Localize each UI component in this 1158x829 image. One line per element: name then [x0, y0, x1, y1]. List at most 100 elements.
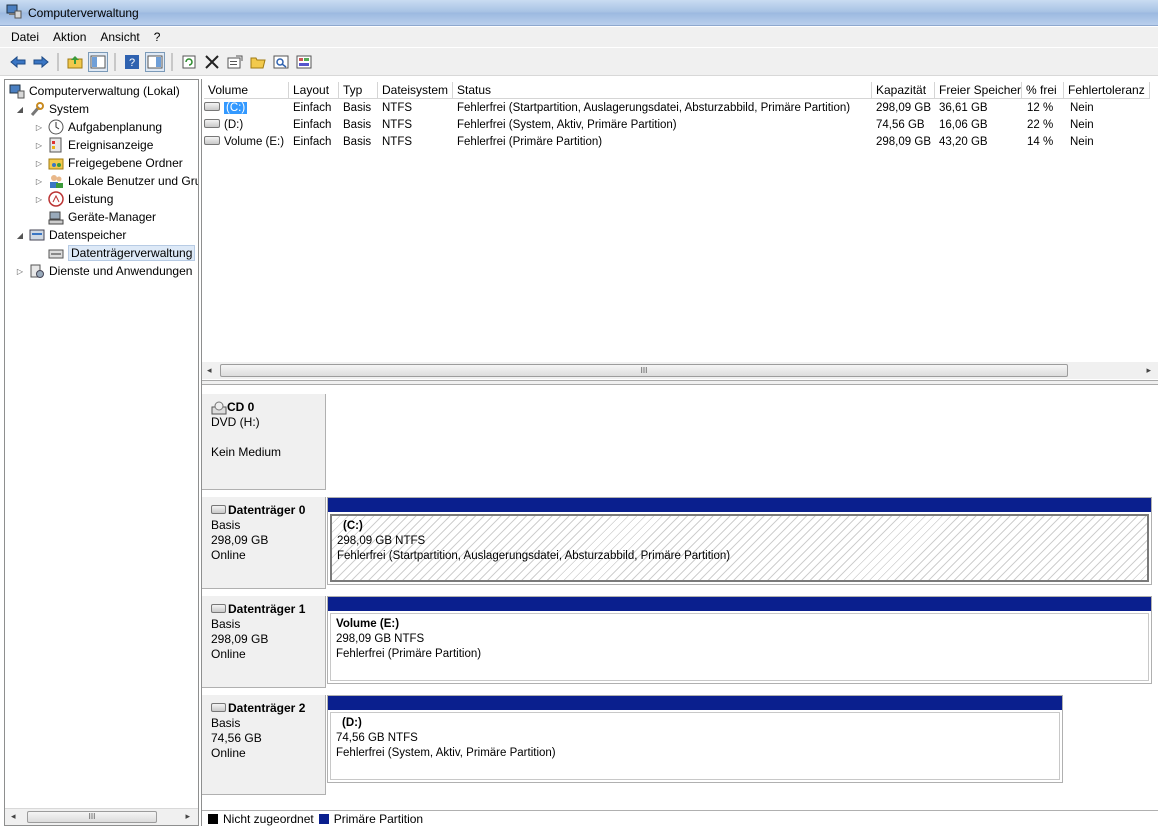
- volume-list: Volume Layout Typ Dateisystem Status Kap…: [202, 79, 1158, 379]
- search-icon[interactable]: [271, 52, 291, 72]
- disk-row-0: Datenträger 0 Basis 298,09 GB Online (C:…: [202, 497, 1158, 589]
- partition-status: Fehlerfrei (Startpartition, Auslagerungs…: [337, 550, 731, 562]
- cd-drive-icon: [211, 400, 227, 415]
- refresh-icon[interactable]: [179, 52, 199, 72]
- disk-icon: [211, 604, 226, 614]
- scroll-thumb[interactable]: III: [27, 811, 157, 823]
- disk-name: Datenträger 1: [228, 602, 306, 616]
- tree-item-aufgabenplanung[interactable]: ▷ Aufgabenplanung: [34, 118, 162, 136]
- disk-icon: [211, 703, 226, 713]
- tree-item-ereignisanzeige[interactable]: ▷ Ereignisanzeige: [34, 136, 153, 154]
- title-bar: Computerverwaltung: [0, 0, 1158, 26]
- column-header-volume[interactable]: Volume: [204, 82, 289, 99]
- partition-e[interactable]: Volume (E:) 298,09 GB NTFS Fehlerfrei (P…: [327, 596, 1152, 684]
- cell-volume: (C:): [204, 100, 289, 117]
- scroll-left-arrow-icon[interactable]: ◂: [207, 365, 212, 376]
- up-folder-icon[interactable]: [65, 52, 85, 72]
- disk-label[interactable]: Datenträger 1 Basis 298,09 GB Online: [202, 596, 326, 688]
- column-header-typ[interactable]: Typ: [339, 82, 378, 99]
- tree-item-computerverwaltung[interactable]: Computerverwaltung (Lokal): [9, 82, 180, 100]
- cell-dateisystem: NTFS: [382, 136, 413, 148]
- collapse-icon[interactable]: ◢: [15, 231, 25, 240]
- tree-item-label: Computerverwaltung (Lokal): [29, 84, 180, 98]
- tree-horizontal-scrollbar[interactable]: ◂ III ▸: [5, 808, 198, 825]
- app-icon: [6, 3, 22, 22]
- cell-volume: Volume (E:): [204, 134, 289, 151]
- properties-icon[interactable]: [225, 52, 245, 72]
- cell-status: Fehlerfrei (Startpartition, Auslagerungs…: [457, 102, 851, 114]
- toolbar-separator: [57, 52, 59, 71]
- expand-icon[interactable]: ▷: [34, 141, 44, 150]
- tree-item-label: Freigegebene Ordner: [68, 156, 183, 170]
- column-header-layout[interactable]: Layout: [289, 82, 339, 99]
- column-header-fehlertoleranz[interactable]: Fehlertoleranz: [1064, 82, 1150, 99]
- pane-splitter[interactable]: [202, 380, 1158, 385]
- open-folder-icon[interactable]: [248, 52, 268, 72]
- menu-ansicht[interactable]: Ansicht: [93, 28, 146, 46]
- expand-icon[interactable]: ▷: [34, 177, 44, 186]
- action-pane-icon[interactable]: [145, 51, 165, 72]
- list-horizontal-scrollbar[interactable]: ◂ III ▸: [202, 362, 1158, 379]
- disk-status: Online: [211, 548, 246, 562]
- tree-item-label: Dienste und Anwendungen: [49, 264, 193, 278]
- cell-prozent-frei: 22 %: [1027, 119, 1054, 131]
- column-header-dateisystem[interactable]: Dateisystem: [378, 82, 453, 99]
- disk-row-2: Datenträger 2 Basis 74,56 GB Online (D:)…: [202, 695, 1158, 795]
- disk-label[interactable]: CD 0 DVD (H:) Kein Medium: [202, 394, 326, 490]
- tree-item-label: Datenspeicher: [49, 228, 127, 242]
- menu-datei[interactable]: Datei: [4, 28, 46, 46]
- tree-item-lokale-benutzer[interactable]: ▷ Lokale Benutzer und Gruppen: [34, 172, 198, 190]
- disk-label[interactable]: Datenträger 2 Basis 74,56 GB Online: [202, 695, 326, 795]
- tree-item-datentraegerverwaltung[interactable]: Datenträgerverwaltung: [48, 244, 196, 262]
- tree-item-system[interactable]: ◢ System: [15, 100, 89, 118]
- tree-item-leistung[interactable]: ▷ Leistung: [34, 190, 113, 208]
- expand-icon[interactable]: ▷: [34, 159, 44, 168]
- disk-size: [211, 430, 325, 445]
- storage-icon: [29, 227, 45, 243]
- cell-volume: (D:): [204, 117, 289, 134]
- scroll-right-arrow-icon[interactable]: ▸: [1146, 365, 1151, 376]
- legend-item-unallocated: Nicht zugeordnet: [208, 812, 314, 826]
- export-icon[interactable]: [294, 52, 314, 72]
- cell-typ: Basis: [343, 119, 372, 131]
- partition-content: (D:) 74,56 GB NTFS Fehlerfrei (System, A…: [330, 712, 1060, 780]
- menu-aktion[interactable]: Aktion: [46, 28, 93, 46]
- partition-bar: [328, 498, 1151, 512]
- scroll-right-arrow-icon[interactable]: ▸: [185, 811, 190, 822]
- back-arrow-icon[interactable]: [8, 52, 28, 72]
- partition-c[interactable]: (C:) 298,09 GB NTFS Fehlerfrei (Startpar…: [327, 497, 1152, 585]
- partition-d[interactable]: (D:) 74,56 GB NTFS Fehlerfrei (System, A…: [327, 695, 1063, 783]
- menu-help[interactable]: ?: [147, 28, 168, 46]
- column-header-status[interactable]: Status: [453, 82, 872, 99]
- column-header-freier-speicher[interactable]: Freier Speicher: [935, 82, 1022, 99]
- expand-icon[interactable]: ▷: [34, 123, 44, 132]
- help-icon[interactable]: ?: [122, 52, 142, 72]
- partition-status: Fehlerfrei (System, Aktiv, Primäre Parti…: [336, 747, 556, 759]
- performance-icon: [48, 191, 64, 207]
- collapse-icon[interactable]: ◢: [15, 105, 25, 114]
- cell-layout: Einfach: [293, 119, 332, 131]
- computer-management-icon: [9, 83, 25, 99]
- delete-icon[interactable]: [202, 52, 222, 72]
- column-header-kapazitaet[interactable]: Kapazität: [872, 82, 935, 99]
- show-hide-tree-icon[interactable]: [88, 51, 108, 72]
- tree-item-datenspeicher[interactable]: ◢ Datenspeicher: [15, 226, 126, 244]
- tree-item-label: Leistung: [68, 192, 114, 206]
- scroll-thumb[interactable]: III: [220, 364, 1068, 377]
- tree-item-freigegebene-ordner[interactable]: ▷ Freigegebene Ordner: [34, 154, 183, 172]
- tree-item-label: Lokale Benutzer und Gruppen: [68, 174, 198, 188]
- disk-size: 298,09 GB: [211, 533, 269, 547]
- tree-item-dienste-anwendungen[interactable]: ▷ Dienste und Anwendungen: [15, 262, 192, 280]
- disk-label[interactable]: Datenträger 0 Basis 298,09 GB Online: [202, 497, 326, 589]
- users-icon: [48, 173, 64, 189]
- window-title: Computerverwaltung: [28, 5, 139, 20]
- tree-item-geraete-manager[interactable]: Geräte-Manager: [48, 208, 156, 226]
- expand-icon[interactable]: ▷: [15, 267, 25, 276]
- expand-icon[interactable]: ▷: [34, 195, 44, 204]
- scroll-left-arrow-icon[interactable]: ◂: [11, 811, 16, 822]
- partition-content: Volume (E:) 298,09 GB NTFS Fehlerfrei (P…: [330, 613, 1149, 681]
- volume-icon: [204, 119, 220, 129]
- column-header-prozent-frei[interactable]: % frei: [1022, 82, 1064, 99]
- forward-arrow-icon[interactable]: [31, 52, 51, 72]
- disk-size: 298,09 GB: [211, 632, 269, 646]
